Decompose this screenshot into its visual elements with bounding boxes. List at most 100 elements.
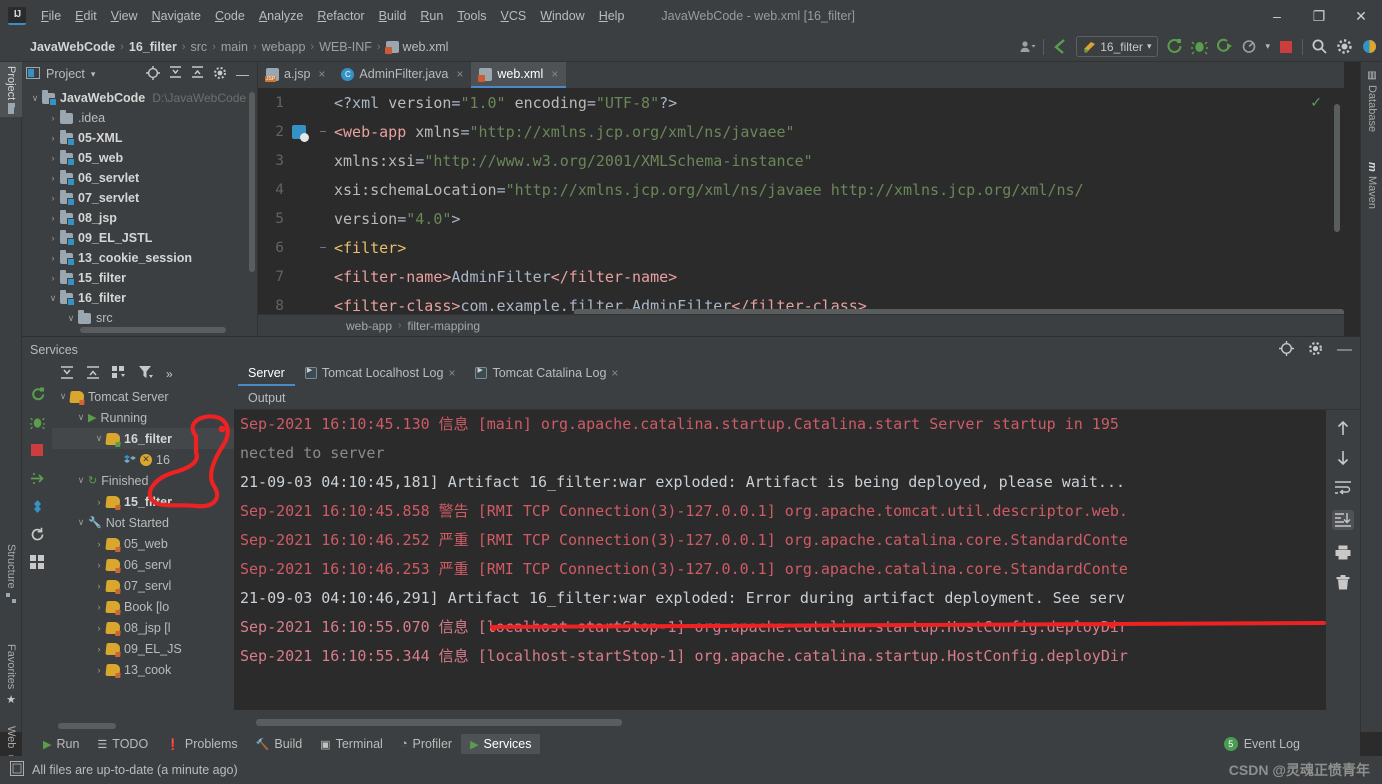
close-icon[interactable]: × bbox=[456, 67, 463, 81]
services-tree-item[interactable]: › Book [lo bbox=[52, 596, 234, 617]
run-configuration-selector[interactable]: 16_filter ▾ bbox=[1076, 36, 1159, 57]
expand-arrow-icon[interactable]: › bbox=[92, 539, 106, 549]
breadcrumb-item-5[interactable]: WEB-INF bbox=[319, 40, 372, 54]
tool-button-problems[interactable]: ❗ Problems bbox=[157, 734, 247, 754]
expand-arrow-icon[interactable]: › bbox=[46, 153, 60, 163]
code-line[interactable]: 2 − <web-app xmlns="http://xmlns.jcp.org/x… bbox=[258, 117, 1344, 146]
services-tree-item[interactable]: ✕ 16 bbox=[52, 449, 234, 470]
sidebar-tab-project[interactable]: Project bbox=[0, 62, 22, 118]
services-tree-item[interactable]: › 05_web bbox=[52, 533, 234, 554]
expand-arrow-icon[interactable]: › bbox=[46, 193, 60, 203]
services-tree-item[interactable]: › 09_EL_JS bbox=[52, 638, 234, 659]
menu-item-vcs[interactable]: VCS bbox=[494, 5, 534, 27]
fold-marker-icon[interactable]: − bbox=[312, 241, 334, 254]
expand-all-icon[interactable] bbox=[169, 66, 182, 82]
fold-marker-icon[interactable]: − bbox=[312, 125, 334, 138]
close-icon[interactable]: × bbox=[318, 67, 325, 81]
chevron-down-icon[interactable]: ▾ bbox=[91, 69, 96, 80]
console-horizontal-scrollbar[interactable] bbox=[256, 719, 622, 726]
services-tab-tomcat-localhost-log[interactable]: Tomcat Localhost Log × bbox=[295, 362, 466, 386]
project-tree-item[interactable]: › .idea bbox=[22, 108, 257, 128]
project-tree-item[interactable]: › 08_jsp bbox=[22, 208, 257, 228]
run-icon[interactable] bbox=[1165, 38, 1183, 56]
close-icon[interactable]: × bbox=[448, 366, 455, 380]
minimize-button[interactable]: – bbox=[1256, 0, 1298, 32]
code-editor[interactable]: 1 <?xml version="1.0" encoding="UTF-8"?> 2… bbox=[258, 88, 1344, 336]
services-grid-icon[interactable] bbox=[29, 554, 45, 570]
menu-item-run[interactable]: Run bbox=[413, 5, 450, 27]
menu-item-navigate[interactable]: Navigate bbox=[145, 5, 208, 27]
code-line[interactable]: 7 <filter-name>AdminFilter</filter-name> bbox=[258, 262, 1344, 291]
debug-icon[interactable] bbox=[29, 414, 45, 430]
project-tree-item[interactable]: › 07_servlet bbox=[22, 188, 257, 208]
menu-item-window[interactable]: Window bbox=[533, 5, 591, 27]
locate-icon[interactable] bbox=[1279, 340, 1294, 359]
project-tree-item[interactable]: › 05-XML bbox=[22, 128, 257, 148]
menu-item-analyze[interactable]: Analyze bbox=[252, 5, 310, 27]
project-vertical-scrollbar[interactable] bbox=[249, 92, 255, 272]
account-icon[interactable] bbox=[1360, 38, 1378, 56]
breadcrumb-item-2[interactable]: src bbox=[191, 40, 208, 54]
sidebar-tab-structure[interactable]: Structure bbox=[0, 540, 22, 607]
close-icon[interactable]: × bbox=[551, 67, 558, 81]
expand-arrow-icon[interactable]: ∨ bbox=[74, 517, 88, 528]
expand-arrow-icon[interactable]: › bbox=[92, 602, 106, 612]
project-tree-item[interactable]: ∨ 16_filter bbox=[22, 288, 257, 308]
editor-breadcrumb[interactable]: web-app › filter-mapping bbox=[258, 314, 1344, 336]
tool-button-build[interactable]: 🔨 Build bbox=[247, 734, 312, 754]
project-tree-item[interactable]: › 09_EL_JSTL bbox=[22, 228, 257, 248]
breadcrumb-item-1[interactable]: 16_filter bbox=[129, 40, 177, 54]
group-icon[interactable] bbox=[112, 365, 127, 383]
editor-vertical-scrollbar[interactable] bbox=[1334, 104, 1340, 232]
menu-item-build[interactable]: Build bbox=[372, 5, 414, 27]
refresh-icon[interactable] bbox=[29, 526, 45, 542]
event-log-button[interactable]: 5 Event Log bbox=[1223, 737, 1300, 751]
code-line[interactable]: 4 xsi:schemaLocation="http://xmlns.jcp.o… bbox=[258, 175, 1344, 204]
expand-arrow-icon[interactable]: ∨ bbox=[28, 93, 42, 104]
expand-all-icon[interactable] bbox=[60, 365, 74, 383]
project-horizontal-scrollbar[interactable] bbox=[80, 327, 226, 333]
tool-button-services[interactable]: ▶ Services bbox=[461, 734, 541, 754]
services-tree-item[interactable]: ∨ Tomcat Server bbox=[52, 386, 234, 407]
tool-button-todo[interactable]: ☰ TODO bbox=[88, 734, 157, 754]
expand-arrow-icon[interactable]: › bbox=[46, 113, 60, 123]
menu-item-refactor[interactable]: Refactor bbox=[310, 5, 371, 27]
breadcrumb-item-6[interactable]: web.xml bbox=[403, 40, 449, 54]
project-tree-item[interactable]: ∨ JavaWebCode D:\JavaWebCode bbox=[22, 88, 257, 108]
print-icon[interactable] bbox=[1335, 544, 1351, 560]
services-tree-item[interactable]: › 06_servl bbox=[52, 554, 234, 575]
collapse-all-icon[interactable] bbox=[86, 365, 100, 383]
edit-configurations-icon[interactable] bbox=[29, 498, 45, 514]
editor-tab-web-xml[interactable]: web.xml × bbox=[471, 62, 567, 88]
chevron-down-icon[interactable]: ▾ bbox=[1265, 41, 1270, 52]
services-tree-item[interactable]: ∨ 🔧 Not Started bbox=[52, 512, 234, 533]
soft-wrap-icon[interactable] bbox=[1335, 480, 1351, 496]
profiler-icon[interactable] bbox=[1240, 38, 1258, 56]
expand-arrow-icon[interactable]: › bbox=[46, 233, 60, 243]
expand-arrow-icon[interactable]: › bbox=[92, 581, 106, 591]
expand-arrow-icon[interactable]: ∨ bbox=[56, 391, 70, 402]
debug-icon[interactable] bbox=[1190, 38, 1208, 56]
scroll-to-end-icon[interactable] bbox=[1332, 510, 1354, 530]
filter-icon[interactable] bbox=[139, 365, 154, 383]
deploy-icon[interactable] bbox=[29, 470, 45, 486]
services-tree[interactable]: ∨ Tomcat Server ∨ ▶ Running ∨ 16_filter ✕ 16 ∨ ↻ Fi… bbox=[52, 386, 234, 732]
services-tree-item[interactable]: ∨ ↻ Finished bbox=[52, 470, 234, 491]
inspection-status-icon[interactable]: ✓ bbox=[1310, 94, 1322, 111]
editor-tab-adminfilter-java[interactable]: C AdminFilter.java × bbox=[333, 62, 471, 88]
collapse-all-icon[interactable] bbox=[191, 66, 204, 82]
sidebar-tab-maven[interactable]: m Maven bbox=[1361, 158, 1382, 213]
code-line[interactable]: 3 xmlns:xsi="http://www.w3.org/2001/XMLS… bbox=[258, 146, 1344, 175]
menu-item-help[interactable]: Help bbox=[592, 5, 632, 27]
clear-all-icon[interactable] bbox=[1335, 574, 1351, 590]
expand-arrow-icon[interactable]: › bbox=[92, 665, 106, 675]
back-arrow-icon[interactable] bbox=[1051, 38, 1069, 56]
expand-arrow-icon[interactable]: › bbox=[92, 497, 106, 507]
project-tree-item[interactable]: › 06_servlet bbox=[22, 168, 257, 188]
code-line[interactable]: 1 <?xml version="1.0" encoding="UTF-8"?> bbox=[258, 88, 1344, 117]
services-tab-tomcat-catalina-log[interactable]: Tomcat Catalina Log × bbox=[465, 362, 628, 386]
search-icon[interactable] bbox=[1310, 38, 1328, 56]
expand-arrow-icon[interactable]: › bbox=[92, 644, 106, 654]
project-tree[interactable]: ∨ JavaWebCode D:\JavaWebCode › .idea › 05-XML ›… bbox=[22, 86, 257, 336]
code-line[interactable]: 5 version="4.0"> bbox=[258, 204, 1344, 233]
